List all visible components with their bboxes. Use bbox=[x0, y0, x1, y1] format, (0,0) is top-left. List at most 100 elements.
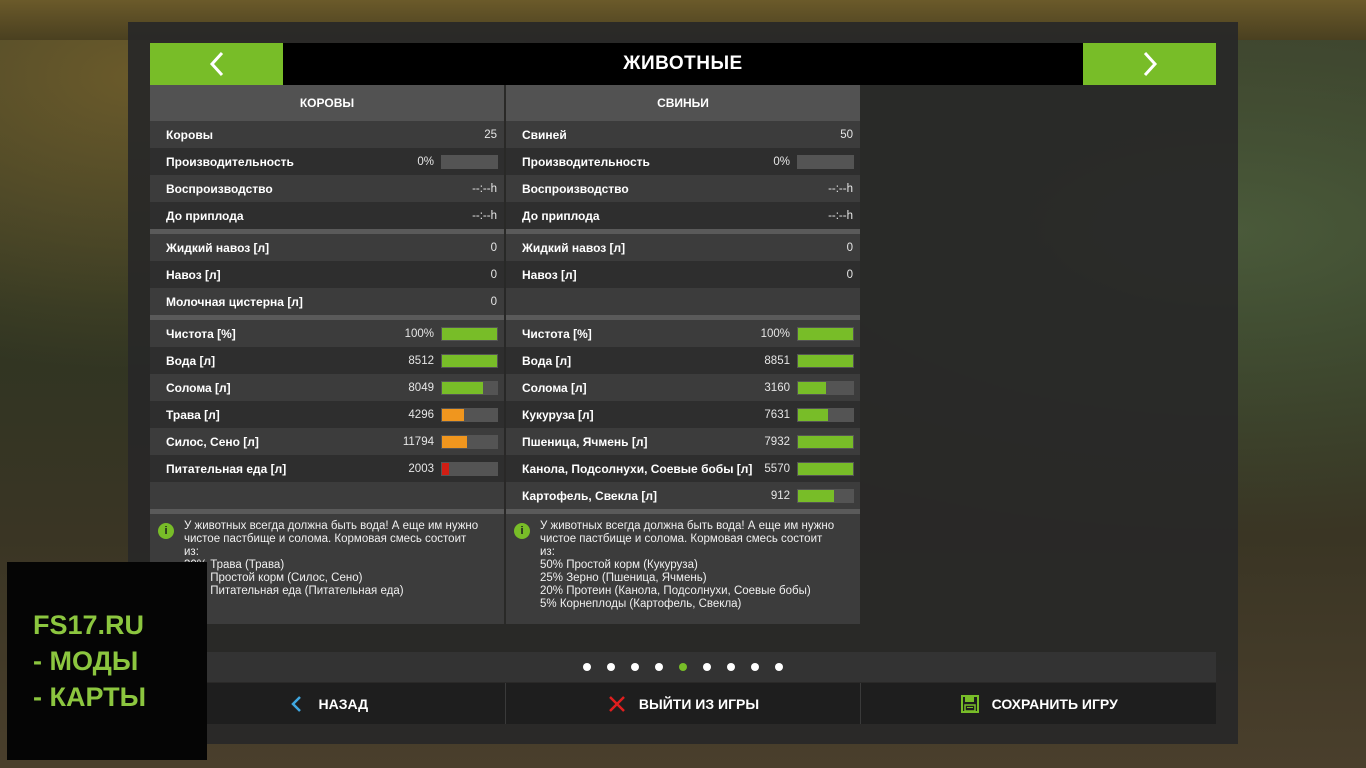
prev-page-button[interactable] bbox=[150, 43, 283, 85]
feed-row: Вода [л] 8512 bbox=[150, 347, 504, 374]
page-dot[interactable] bbox=[727, 663, 735, 671]
feed-value: 100% bbox=[760, 327, 790, 340]
stat-value: --:--h bbox=[828, 209, 853, 222]
feed-label: Питательная еда [л] bbox=[166, 461, 287, 476]
tip-line: 30% Трава (Трава) bbox=[184, 559, 285, 571]
page-dot[interactable] bbox=[607, 663, 615, 671]
feed-value: 11794 bbox=[402, 435, 434, 448]
feed-row: Силос, Сено [л] 11794 bbox=[150, 428, 504, 455]
feed-level-bar bbox=[441, 381, 498, 395]
feed-value: 912 bbox=[770, 489, 790, 502]
feed-row: Чистота [%] 100% bbox=[150, 320, 504, 347]
stat-label: Производительность bbox=[522, 154, 650, 169]
productivity-bar bbox=[797, 155, 854, 169]
feed-row: Пшеница, Ячмень [л] 7932 bbox=[506, 428, 860, 455]
feed-value: 2003 bbox=[408, 462, 434, 475]
product-value: 0 bbox=[490, 295, 497, 308]
empty-row bbox=[150, 482, 504, 509]
page-dot[interactable] bbox=[679, 663, 687, 671]
stat-value: --:--h bbox=[828, 182, 853, 195]
product-value: 0 bbox=[846, 241, 853, 254]
save-label: СОХРАНИТЬ ИГРУ bbox=[991, 695, 1118, 712]
feed-label: Вода [л] bbox=[522, 353, 572, 368]
feed-row: Трава [л] 4296 bbox=[150, 401, 504, 428]
tip-line: У животных всегда должна быть вода! А ещ… bbox=[184, 520, 479, 532]
feed-level-bar bbox=[797, 354, 854, 368]
feed-level-bar bbox=[797, 462, 854, 476]
product-label: Навоз [л] bbox=[522, 267, 577, 282]
product-row: Навоз [л] 0 bbox=[150, 261, 504, 288]
tip-line: из: bbox=[184, 546, 199, 558]
tip-line: У животных всегда должна быть вода! А ещ… bbox=[540, 520, 835, 532]
back-label: НАЗАД bbox=[318, 695, 369, 712]
feed-value: 100% bbox=[404, 327, 434, 340]
cows-panel: КОРОВЫ Коровы 25 Производительность 0% В… bbox=[150, 85, 504, 624]
panel-title: СВИНЬИ bbox=[506, 85, 860, 121]
page-header: ЖИВОТНЫЕ bbox=[150, 43, 1216, 85]
floppy-disk-icon bbox=[960, 694, 979, 713]
feed-level-bar bbox=[797, 381, 854, 395]
stat-label: Воспроизводство bbox=[522, 181, 629, 196]
feed-value: 7932 bbox=[764, 435, 790, 448]
feed-label: Канола, Подсолнухи, Соевые бобы [л] bbox=[522, 461, 753, 476]
feed-level-bar bbox=[441, 408, 498, 422]
bottom-bar: НАЗАД ВЫЙТИ ИЗ ИГРЫ СОХРАНИТЬ ИГРУ bbox=[150, 683, 1216, 724]
quit-label: ВЫЙТИ ИЗ ИГРЫ bbox=[638, 695, 760, 712]
stat-row: До приплода --:--h bbox=[506, 202, 860, 229]
feed-label: Кукуруза [л] bbox=[522, 407, 594, 422]
feed-level-bar bbox=[797, 327, 854, 341]
page-dot[interactable] bbox=[631, 663, 639, 671]
feed-label: Вода [л] bbox=[166, 353, 216, 368]
chevron-left-icon bbox=[209, 51, 223, 77]
stat-label: Свиней bbox=[522, 127, 567, 142]
next-page-button[interactable] bbox=[1083, 43, 1216, 85]
feed-value: 8049 bbox=[408, 381, 434, 394]
panel-title: КОРОВЫ bbox=[150, 85, 504, 121]
stat-label: Воспроизводство bbox=[166, 181, 273, 196]
feed-row: Кукуруза [л] 7631 bbox=[506, 401, 860, 428]
site-watermark: FS17.RU - МОДЫ - КАРТЫ bbox=[7, 562, 207, 760]
tip-line: чистое пастбище и солома. Кормовая смесь… bbox=[184, 533, 467, 545]
page-dot[interactable] bbox=[583, 663, 591, 671]
product-value: 0 bbox=[846, 268, 853, 281]
quit-game-button[interactable]: ВЫЙТИ ИЗ ИГРЫ bbox=[506, 683, 862, 724]
page-dot[interactable] bbox=[775, 663, 783, 671]
feed-row: Солома [л] 8049 bbox=[150, 374, 504, 401]
feeding-tip: i У животных всегда должна быть вода! А … bbox=[506, 514, 860, 624]
product-row: Жидкий навоз [л] 0 bbox=[506, 234, 860, 261]
save-game-button[interactable]: СОХРАНИТЬ ИГРУ bbox=[861, 683, 1216, 724]
feed-row: Канола, Подсолнухи, Соевые бобы [л] 5570 bbox=[506, 455, 860, 482]
info-icon: i bbox=[158, 523, 174, 539]
feed-label: Пшеница, Ячмень [л] bbox=[522, 434, 648, 449]
product-label: Молочная цистерна [л] bbox=[166, 294, 303, 309]
product-row: Навоз [л] 0 bbox=[506, 261, 860, 288]
page-dot[interactable] bbox=[751, 663, 759, 671]
stat-value: --:--h bbox=[472, 182, 497, 195]
feed-level-bar bbox=[797, 408, 854, 422]
feed-row: Вода [л] 8851 bbox=[506, 347, 860, 374]
stat-label: Производительность bbox=[166, 154, 294, 169]
feed-level-bar bbox=[797, 489, 854, 503]
feed-row: Питательная еда [л] 2003 bbox=[150, 455, 504, 482]
product-row: Молочная цистерна [л] 0 bbox=[150, 288, 504, 315]
feed-level-bar bbox=[441, 462, 498, 476]
feed-label: Чистота [%] bbox=[522, 326, 592, 341]
feed-label: Солома [л] bbox=[166, 380, 231, 395]
feed-value: 8851 bbox=[764, 354, 790, 367]
feed-row: Чистота [%] 100% bbox=[506, 320, 860, 347]
stat-row: Производительность 0% bbox=[150, 148, 504, 175]
feed-value: 4296 bbox=[408, 408, 434, 421]
stat-label: До приплода bbox=[166, 208, 244, 223]
tip-line: 50% Простой корм (Кукуруза) bbox=[540, 559, 698, 571]
feed-value: 8512 bbox=[408, 354, 434, 367]
productivity-bar bbox=[441, 155, 498, 169]
page-dot[interactable] bbox=[655, 663, 663, 671]
info-icon: i bbox=[514, 523, 530, 539]
product-label: Жидкий навоз [л] bbox=[522, 240, 626, 255]
tip-line: 50% Простой корм (Силос, Сено) bbox=[184, 572, 363, 584]
page-dot[interactable] bbox=[703, 663, 711, 671]
watermark-line: - КАРТЫ bbox=[33, 682, 147, 712]
tip-line: 25% Зерно (Пшеница, Ячмень) bbox=[540, 572, 707, 584]
feed-label: Трава [л] bbox=[166, 407, 220, 422]
chevron-right-icon bbox=[1143, 51, 1157, 77]
